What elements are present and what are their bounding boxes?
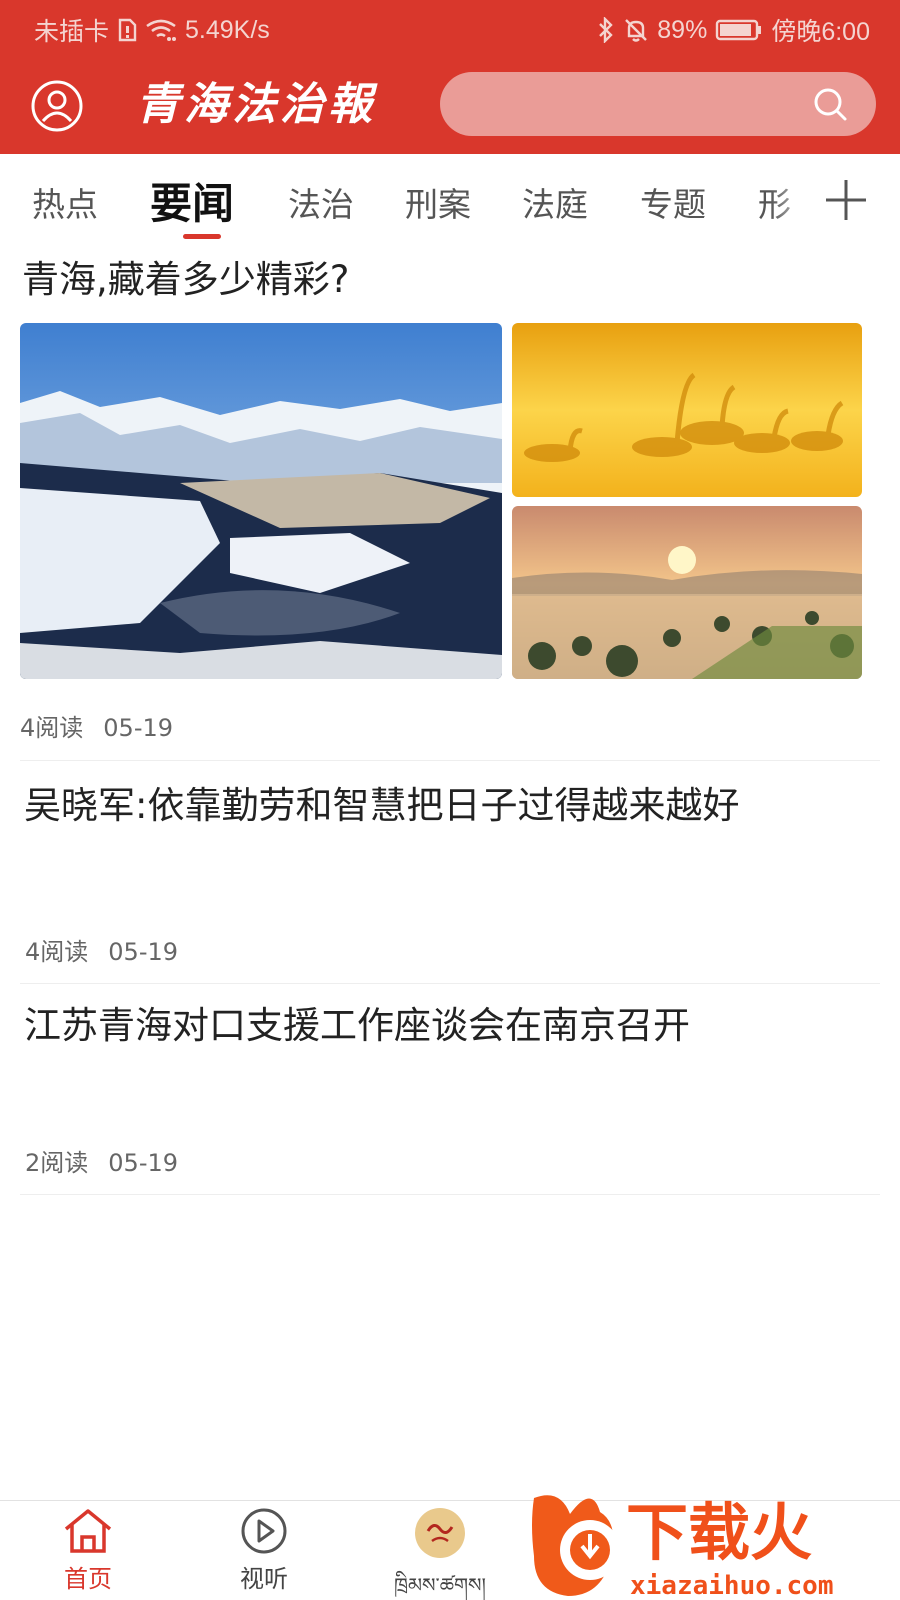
app-header: 未插卡 5.49K/s 89% 傍晚6:00 青海法治報	[0, 0, 900, 154]
publish-date: 05-19	[103, 714, 174, 742]
nav-media[interactable]: 视听	[194, 1507, 334, 1599]
active-tab-indicator	[183, 234, 221, 239]
read-count: 4阅读	[25, 938, 89, 966]
divider	[20, 983, 880, 984]
tibetan-logo-icon	[415, 1508, 465, 1558]
category-tab-bar: 热点 要闻 法治 刑案 法庭 专题 形	[0, 154, 900, 246]
svg-text:xiazaihuo.com: xiazaihuo.com	[630, 1571, 834, 1600]
clock-text: 傍晚6:00	[771, 18, 870, 46]
wifi-icon	[145, 18, 177, 42]
read-count: 4阅读	[20, 714, 84, 742]
sim-icon	[117, 18, 137, 42]
nav-home[interactable]: 首页	[18, 1507, 158, 1599]
tab-court[interactable]: 法庭	[522, 178, 588, 226]
foggy-sunrise-valley-photo[interactable]	[512, 506, 862, 679]
divider	[20, 1194, 880, 1195]
publish-date: 05-19	[108, 938, 179, 966]
tab-hot[interactable]: 热点	[32, 178, 98, 226]
battery-percent-text: 89%	[657, 15, 708, 44]
search-input[interactable]	[440, 72, 876, 136]
search-icon[interactable]	[812, 86, 848, 122]
tab-rule-of-law[interactable]: 法治	[288, 178, 354, 226]
article-meta: 4阅读 05-19	[25, 932, 178, 967]
battery-icon	[715, 18, 763, 42]
newspaper-logo: 青海法治報	[136, 79, 376, 130]
nav-home-label: 首页	[64, 1565, 112, 1593]
article-meta: 2阅读 05-19	[25, 1143, 178, 1178]
bluetooth-icon	[597, 17, 615, 43]
tab-special-topics[interactable]: 专题	[640, 178, 706, 226]
nav-tibetan-label: ཁྲིམས་ཚགས།	[394, 1573, 486, 1597]
tab-fade-overlay	[770, 154, 820, 246]
carrier-text: 未插卡	[34, 18, 110, 46]
user-profile-button[interactable]	[30, 79, 84, 133]
swans-at-sunset-photo[interactable]	[512, 323, 862, 497]
tab-headlines[interactable]: 要闻	[150, 170, 234, 231]
svg-text:下载火: 下载火	[626, 1496, 812, 1569]
article-title[interactable]: 吴晓军:依靠勤劳和智慧把日子过得越来越好	[24, 778, 854, 834]
home-icon	[64, 1509, 112, 1553]
divider	[20, 760, 880, 761]
status-bar: 未插卡 5.49K/s 89% 傍晚6:00	[0, 0, 900, 54]
network-speed-text: 5.49K/s	[185, 15, 270, 44]
tab-criminal-cases[interactable]: 刑案	[405, 178, 471, 226]
article-meta: 4阅读 05-19	[20, 708, 173, 743]
snow-mountain-lake-photo[interactable]	[20, 323, 502, 679]
article-title[interactable]: 青海,藏着多少精彩?	[22, 252, 349, 308]
mute-bell-icon	[623, 17, 649, 43]
nav-tibetan[interactable]: ཁྲིམས་ཚགས།	[370, 1507, 510, 1599]
publish-date: 05-19	[108, 1149, 179, 1177]
play-circle-icon	[241, 1508, 287, 1554]
article-title[interactable]: 江苏青海对口支援工作座谈会在南京召开	[24, 998, 854, 1054]
user-icon	[31, 80, 83, 132]
read-count: 2阅读	[25, 1149, 89, 1177]
watermark-logo: 下载火 xiazaihuo.com	[530, 1484, 900, 1600]
nav-media-label: 视听	[240, 1565, 288, 1593]
add-channel-icon[interactable]	[820, 174, 872, 226]
